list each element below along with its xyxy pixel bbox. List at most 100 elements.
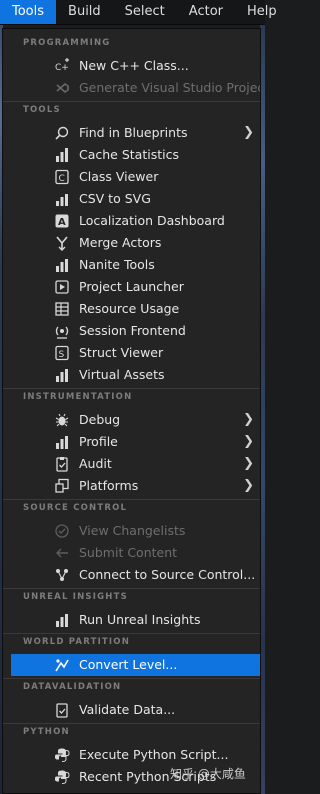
bug-icon <box>54 412 70 428</box>
menu-item-label: Audit <box>79 456 112 471</box>
connect-nodes-icon <box>54 567 70 583</box>
section-header: TOOLS <box>23 105 61 115</box>
python-icon <box>54 747 70 763</box>
menu-item-label: Resource Usage <box>79 301 180 316</box>
menu-item-label: View Changelists <box>79 523 186 538</box>
profile-chart-icon <box>54 434 70 450</box>
section-header: WORLD PARTITION <box>23 637 131 647</box>
section-datavalidation: DATAVALIDATION <box>3 678 260 698</box>
menu-item-validate-data[interactable]: Validate Data... <box>11 699 260 721</box>
arrow-left-icon <box>54 545 70 561</box>
menu-item-run-unreal-insights[interactable]: Run Unreal Insights <box>11 609 260 631</box>
class-viewer-icon: C <box>54 169 70 185</box>
menu-item-convert-level[interactable]: Convert Level... <box>11 654 260 676</box>
section-world-partition: WORLD PARTITION <box>3 633 260 653</box>
menu-item-struct-viewer[interactable]: S Struct Viewer <box>11 342 260 364</box>
insights-icon <box>54 612 70 628</box>
menu-help[interactable]: Help <box>235 0 289 24</box>
menu-item-submit-content[interactable]: Submit Content <box>11 542 260 564</box>
menu-select[interactable]: Select <box>113 0 177 24</box>
section-header: DATAVALIDATION <box>23 682 122 692</box>
menu-item-label: Nanite Tools <box>79 257 155 272</box>
section-instrumentation: INSTRUMENTATION <box>3 388 260 408</box>
section-tools: TOOLS <box>3 101 260 121</box>
section-header: PROGRAMMING <box>23 38 111 48</box>
menu-item-label: Validate Data... <box>79 702 176 717</box>
menu-item-label: Execute Python Script... <box>79 747 229 762</box>
menu-item-label: Project Launcher <box>79 279 184 294</box>
struct-icon: S <box>54 345 70 361</box>
section-header: UNREAL INSIGHTS <box>23 592 128 602</box>
menu-item-connect-source-control[interactable]: Connect to Source Control... <box>11 564 260 586</box>
audit-icon <box>54 456 70 472</box>
menu-item-label: Debug <box>79 412 121 427</box>
menu-item-generate-vs-project[interactable]: Generate Visual Studio Project <box>11 77 260 99</box>
csv-chart-icon <box>54 191 70 207</box>
menu-item-nanite-tools[interactable]: Nanite Tools <box>11 254 260 276</box>
menu-item-execute-python-script[interactable]: Execute Python Script... <box>11 744 260 766</box>
menu-actor[interactable]: Actor <box>177 0 235 24</box>
platforms-icon <box>54 478 70 494</box>
menu-item-profile[interactable]: Profile ❯ <box>11 431 260 453</box>
menu-item-csv-to-svg[interactable]: CSV to SVG <box>11 188 260 210</box>
menu-item-label: Profile <box>79 434 118 449</box>
menu-item-find-in-blueprints[interactable]: Find in Blueprints ❯ <box>11 122 260 144</box>
main-menu-bar: Tools Build Select Actor Help <box>0 0 277 25</box>
menu-item-debug[interactable]: Debug ❯ <box>11 409 260 431</box>
menu-item-label: Virtual Assets <box>79 367 165 382</box>
watermark-text: 知乎 @大咸鱼 <box>170 767 246 781</box>
menu-item-merge-actors[interactable]: Merge Actors <box>11 232 260 254</box>
svg-text:C+: C+ <box>55 63 69 73</box>
merge-icon <box>54 235 70 251</box>
section-divider <box>3 101 260 102</box>
menu-item-class-viewer[interactable]: C Class Viewer <box>11 166 260 188</box>
menu-item-label: Generate Visual Studio Project <box>79 80 261 95</box>
submenu-arrow-icon: ❯ <box>243 412 254 427</box>
menu-tools[interactable]: Tools <box>0 0 57 24</box>
section-divider <box>3 723 260 724</box>
menu-item-cache-statistics[interactable]: Cache Statistics <box>11 144 260 166</box>
menu-item-platforms[interactable]: Platforms ❯ <box>11 475 260 497</box>
menu-item-label: New C++ Class... <box>79 58 189 73</box>
section-python: PYTHON <box>3 723 260 743</box>
submenu-arrow-icon: ❯ <box>243 456 254 471</box>
section-unreal-insights: UNREAL INSIGHTS <box>3 588 260 608</box>
menu-item-label: Run Unreal Insights <box>79 612 201 627</box>
section-divider <box>3 633 260 634</box>
convert-level-icon <box>54 657 70 673</box>
menu-item-resource-usage[interactable]: Resource Usage <box>11 298 260 320</box>
menu-item-label: CSV to SVG <box>79 191 151 206</box>
menu-item-project-launcher[interactable]: Project Launcher <box>11 276 260 298</box>
menu-item-virtual-assets[interactable]: Virtual Assets <box>11 364 260 386</box>
section-divider <box>3 499 260 500</box>
menu-build[interactable]: Build <box>56 0 113 24</box>
cpp-class-icon: C+ <box>54 58 70 74</box>
localization-icon: A <box>54 213 70 229</box>
menu-item-audit[interactable]: Audit ❯ <box>11 453 260 475</box>
section-header: INSTRUMENTATION <box>23 392 133 402</box>
menu-item-label: Localization Dashboard <box>79 213 225 228</box>
svg-text:A: A <box>58 217 66 228</box>
menu-item-view-changelists[interactable]: View Changelists <box>11 520 260 542</box>
visual-studio-icon <box>54 80 70 96</box>
python-icon <box>54 769 70 785</box>
submenu-arrow-icon: ❯ <box>243 434 254 449</box>
table-icon <box>54 301 70 317</box>
find-in-blueprints-icon <box>54 125 70 141</box>
submenu-arrow-icon: ❯ <box>243 478 254 493</box>
section-header: PYTHON <box>23 727 70 737</box>
menu-item-session-frontend[interactable]: Session Frontend <box>11 320 260 342</box>
svg-text:C: C <box>59 174 65 184</box>
section-divider <box>3 388 260 389</box>
menu-item-label: Connect to Source Control... <box>79 567 256 582</box>
section-header: SOURCE CONTROL <box>23 503 128 513</box>
launcher-icon <box>54 279 70 295</box>
section-divider <box>3 678 260 679</box>
menu-item-label: Struct Viewer <box>79 345 164 360</box>
menu-item-localization-dashboard[interactable]: A Localization Dashboard <box>11 210 260 232</box>
validate-icon <box>54 702 70 718</box>
menu-item-label: Submit Content <box>79 545 178 560</box>
menu-item-new-cpp-class[interactable]: C+ New C++ Class... <box>11 55 260 77</box>
check-circle-icon <box>54 523 70 539</box>
section-source-control: SOURCE CONTROL <box>3 499 260 519</box>
